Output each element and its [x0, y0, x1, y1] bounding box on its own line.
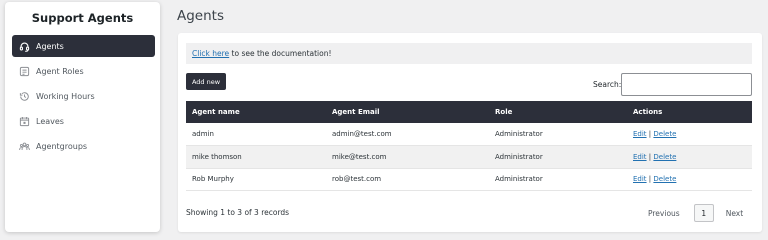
calendar-icon — [18, 115, 30, 127]
page-1-button[interactable]: 1 — [693, 204, 714, 222]
edit-link[interactable]: Edit — [633, 175, 647, 183]
records-summary: Showing 1 to 3 of 3 records — [186, 208, 290, 217]
column-header-role[interactable]: Role — [489, 101, 627, 123]
agent-role-cell: Administrator — [495, 130, 543, 138]
agent-email-cell: admin@test.com — [332, 130, 392, 138]
agent-role-cell: Administrator — [495, 175, 543, 184]
sidebar-item-label: Agents — [36, 41, 64, 51]
edit-link[interactable]: Edit — [633, 130, 647, 138]
agent-name-cell: admin — [192, 130, 214, 138]
agent-name-cell: Rob Murphy — [192, 175, 234, 184]
sidebar-title: Support Agents — [31, 11, 134, 25]
search-label: Search: — [593, 80, 622, 89]
action-separator: | — [648, 152, 652, 161]
sidebar-item-label: Leaves — [36, 116, 64, 126]
agents-table: Agent name Agent Email Role Actions admi… — [186, 101, 752, 191]
action-separator: | — [648, 130, 652, 138]
agent-name-cell: mike thomson — [192, 152, 242, 161]
previous-page-button[interactable]: Previous — [648, 209, 680, 218]
documentation-notice: Click here to see the documentation! — [186, 43, 752, 64]
sidebar-item-label: Working Hours — [36, 91, 95, 101]
sidebar-item-working-hours[interactable]: Working Hours — [12, 85, 155, 107]
edit-link[interactable]: Edit — [633, 153, 647, 161]
agent-email-cell: rob@test.com — [332, 175, 382, 184]
next-page-button[interactable]: Next — [726, 209, 743, 218]
users-group-icon — [18, 140, 30, 152]
table-header-row: Agent name Agent Email Role Actions — [186, 101, 752, 123]
actions-cell: Edit | Delete — [627, 146, 752, 169]
sidebar-item-label: Agentgroups — [36, 141, 88, 151]
actions-cell: Edit | Delete — [627, 123, 752, 146]
clock-history-icon — [18, 90, 30, 102]
sidebar-item-leaves[interactable]: Leaves — [12, 110, 155, 132]
headset-icon — [18, 40, 30, 52]
agent-role-cell: Administrator — [495, 152, 543, 161]
sidebar: Support Agents Agents Agent Roles Workin… — [5, 2, 160, 232]
sidebar-item-agent-roles[interactable]: Agent Roles — [12, 60, 155, 82]
delete-link[interactable]: Delete — [653, 175, 676, 183]
table-row: Rob Murphy rob@test.com Administrator Ed… — [186, 168, 752, 191]
column-header-agent-name[interactable]: Agent name — [186, 101, 326, 123]
documentation-link[interactable]: Click here — [192, 49, 229, 58]
delete-link[interactable]: Delete — [653, 130, 676, 138]
agent-email-cell: mike@test.com — [332, 152, 387, 161]
actions-cell: Edit | Delete — [627, 168, 752, 191]
delete-link[interactable]: Delete — [653, 153, 676, 161]
table-row: admin admin@test.com Administrator Edit … — [186, 123, 752, 146]
sidebar-item-label: Agent Roles — [36, 66, 84, 76]
sidebar-item-agents[interactable]: Agents — [12, 35, 155, 57]
notice-text: to see the documentation! — [229, 49, 332, 58]
roles-icon — [18, 65, 30, 77]
column-header-agent-email[interactable]: Agent Email — [326, 101, 489, 123]
action-separator: | — [648, 175, 652, 184]
sidebar-item-agentgroups[interactable]: Agentgroups — [12, 135, 155, 157]
add-new-button[interactable]: Add new — [186, 73, 226, 90]
agents-card: Click here to see the documentation! Add… — [178, 33, 762, 232]
pagination: Previous 1 Next — [648, 204, 743, 222]
page-title: Agents — [177, 8, 224, 24]
search-input[interactable] — [621, 73, 752, 96]
table-row: mike thomson mike@test.com Administrator… — [186, 145, 752, 169]
column-header-actions: Actions — [633, 108, 663, 116]
